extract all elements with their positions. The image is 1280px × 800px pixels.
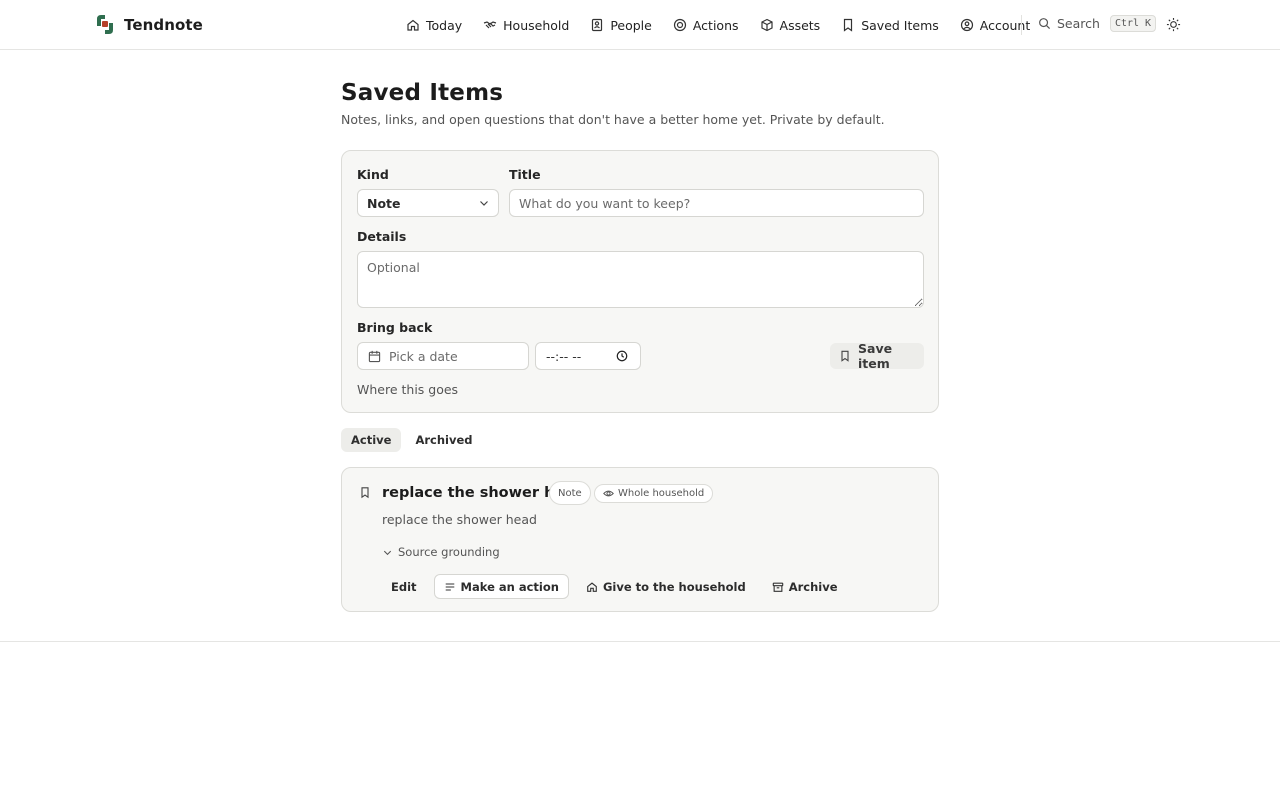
home-icon bbox=[406, 18, 420, 32]
search-label: Search bbox=[1057, 16, 1100, 31]
nav-item-label: Household bbox=[503, 17, 570, 33]
bring-back-label: Bring back bbox=[357, 320, 433, 335]
nav-item-people[interactable]: People bbox=[590, 18, 652, 33]
nav-item-label: Account bbox=[979, 17, 1031, 33]
nav-item-label: Saved Items bbox=[861, 17, 939, 33]
nav-divider bbox=[1021, 15, 1022, 35]
calendar-icon bbox=[368, 350, 381, 363]
archive-label: Archive bbox=[788, 579, 838, 594]
details-textarea[interactable] bbox=[357, 251, 924, 308]
footer-divider bbox=[0, 641, 1280, 642]
save-item-label: Save item bbox=[858, 341, 893, 371]
kind-badge: Note bbox=[549, 481, 591, 505]
date-placeholder: Pick a date bbox=[389, 348, 458, 364]
page-subtitle: Notes, links, and open questions that do… bbox=[341, 112, 885, 127]
search-button[interactable]: Search Ctrl K bbox=[1038, 15, 1157, 32]
list-icon bbox=[444, 581, 456, 593]
bookmark-icon bbox=[839, 350, 851, 362]
brand-name: Tendnote bbox=[124, 15, 203, 34]
item-actions: Edit Make an action Give to the househol… bbox=[382, 574, 847, 599]
contacts-icon bbox=[590, 18, 604, 32]
target-icon bbox=[673, 18, 687, 32]
nav-item-saved-items[interactable]: Saved Items bbox=[841, 18, 939, 33]
title-input[interactable] bbox=[509, 189, 924, 217]
title-label: Title bbox=[509, 167, 541, 182]
search-shortcut: Ctrl K bbox=[1109, 15, 1157, 32]
details-label: Details bbox=[357, 229, 407, 244]
home-icon bbox=[586, 581, 598, 593]
archive-icon bbox=[772, 581, 784, 593]
make-action-label: Make an action bbox=[460, 579, 559, 594]
nav-item-actions[interactable]: Actions bbox=[673, 18, 739, 33]
nav-item-household[interactable]: Household bbox=[483, 18, 569, 33]
search-icon bbox=[1038, 17, 1051, 30]
tendnote-logo-icon bbox=[94, 13, 116, 36]
sun-icon bbox=[1166, 17, 1181, 32]
nav-item-label: People bbox=[610, 17, 652, 33]
give-label: Give to the household bbox=[602, 579, 746, 594]
new-item-form: Kind Note Title Details Bring back Pick … bbox=[341, 150, 939, 413]
time-placeholder: --:-- -- bbox=[546, 348, 582, 364]
theme-toggle-button[interactable] bbox=[1166, 17, 1181, 32]
chevron-down-icon bbox=[382, 547, 393, 558]
date-picker[interactable]: Pick a date bbox=[357, 342, 529, 370]
handshake-icon bbox=[483, 18, 497, 32]
bookmark-icon bbox=[841, 18, 855, 32]
saved-item-card: replace the shower head Note Whole house… bbox=[341, 467, 939, 612]
nav-item-label: Today bbox=[426, 17, 463, 33]
where-this-goes-toggle[interactable]: Where this goes bbox=[357, 382, 458, 397]
user-circle-icon bbox=[960, 18, 974, 32]
tab-active[interactable]: Active bbox=[341, 428, 402, 452]
scope-badge: Whole household bbox=[594, 484, 714, 503]
chevron-down-icon bbox=[478, 197, 490, 209]
kind-value: Note bbox=[367, 195, 401, 211]
item-tabs: Active Archived bbox=[341, 428, 483, 452]
save-item-button[interactable]: Save item bbox=[830, 341, 924, 371]
archive-button[interactable]: Archive bbox=[763, 574, 847, 599]
nav-item-label: Actions bbox=[692, 17, 739, 33]
nav-item-today[interactable]: Today bbox=[406, 18, 462, 33]
source-grounding-toggle[interactable]: Source grounding bbox=[382, 545, 500, 559]
main-nav: Today Household People Actions Assets Sa… bbox=[406, 0, 1051, 50]
top-nav-bar: Tendnote Today Household People Actions … bbox=[0, 0, 1280, 50]
nav-item-assets[interactable]: Assets bbox=[760, 17, 821, 33]
eye-icon bbox=[603, 488, 614, 499]
time-input[interactable]: --:-- -- bbox=[535, 342, 641, 370]
kind-label: Kind bbox=[357, 167, 389, 182]
nav-item-label: Assets bbox=[779, 17, 821, 33]
item-body: replace the shower head bbox=[382, 512, 537, 527]
nav-item-account[interactable]: Account bbox=[960, 18, 1030, 33]
edit-button[interactable]: Edit bbox=[382, 574, 426, 599]
scope-label: Whole household bbox=[618, 488, 705, 499]
brand[interactable]: Tendnote bbox=[94, 13, 203, 36]
bookmark-icon bbox=[359, 486, 371, 499]
clock-icon bbox=[616, 350, 628, 362]
kind-select[interactable]: Note bbox=[357, 189, 499, 217]
box-icon bbox=[760, 18, 774, 32]
page-title: Saved Items bbox=[341, 80, 504, 106]
tab-archived[interactable]: Archived bbox=[405, 428, 482, 452]
give-to-household-button[interactable]: Give to the household bbox=[577, 574, 755, 599]
make-action-button[interactable]: Make an action bbox=[433, 574, 569, 599]
source-grounding-label: Source grounding bbox=[398, 545, 500, 559]
